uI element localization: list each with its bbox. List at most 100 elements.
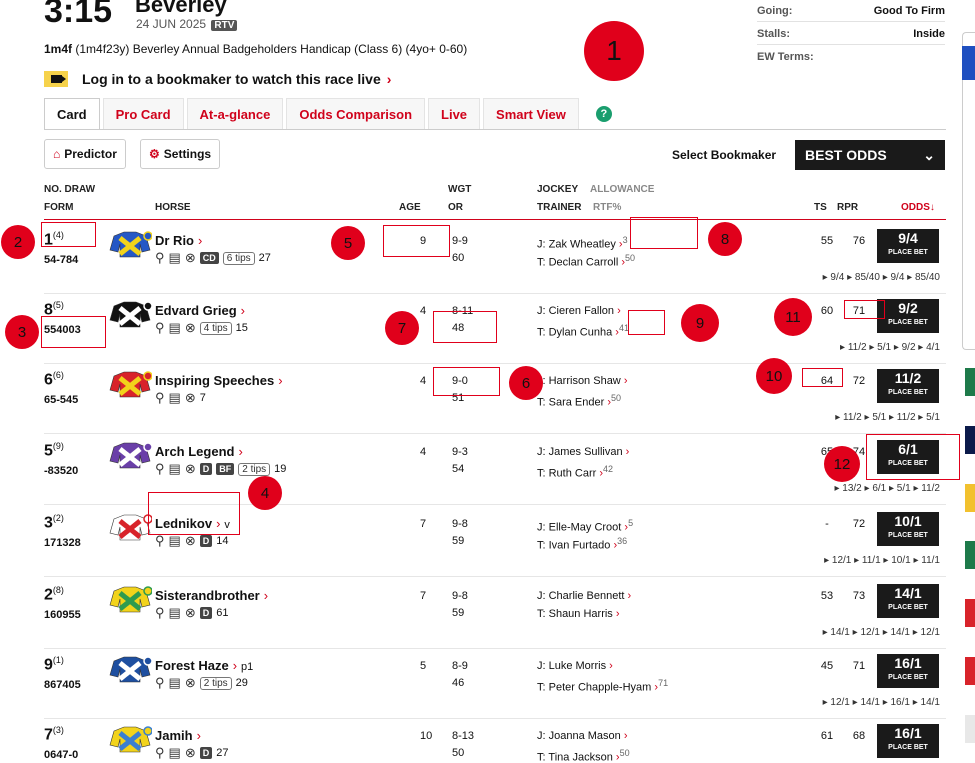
note-icon[interactable]: ▤ bbox=[169, 605, 181, 621]
col-ts[interactable]: TS bbox=[814, 202, 827, 213]
note-icon[interactable]: ▤ bbox=[169, 461, 181, 477]
col-rpr[interactable]: RPR bbox=[837, 202, 858, 213]
pin-icon[interactable]: ⚲ bbox=[155, 675, 165, 691]
horse-name-link[interactable]: Arch Legend › bbox=[155, 444, 243, 459]
chevron-right-icon: › bbox=[615, 608, 620, 620]
remove-icon[interactable]: ⊗ bbox=[185, 461, 196, 477]
tab-smart-view[interactable]: Smart View bbox=[483, 98, 579, 130]
note-icon[interactable]: ▤ bbox=[169, 320, 181, 336]
pin-icon[interactable]: ⚲ bbox=[155, 320, 165, 336]
remove-icon[interactable]: ⊗ bbox=[185, 745, 196, 761]
trainer-link[interactable]: T: Peter Chapple-Hyam ›71 bbox=[537, 678, 668, 694]
jockey-link[interactable]: J: Charlie Bennett › bbox=[537, 590, 631, 602]
trainer-link[interactable]: T: Shaun Harris › bbox=[537, 608, 620, 620]
place-bet-button[interactable]: 9/4 PLACE BET bbox=[877, 229, 939, 263]
trainer-link[interactable]: T: Ruth Carr ›42 bbox=[537, 464, 613, 480]
trainer-name: T: Ruth Carr bbox=[537, 467, 597, 480]
tips-badge[interactable]: 2 tips bbox=[199, 676, 232, 690]
horse-name-link[interactable]: Forest Haze › p1 bbox=[155, 658, 253, 673]
note-icon[interactable]: ▤ bbox=[169, 390, 181, 406]
jockey-link[interactable]: J: James Sullivan › bbox=[537, 446, 629, 458]
jockey-link[interactable]: J: Zak Wheatley ›3 bbox=[537, 235, 628, 251]
help-icon[interactable]: ? bbox=[595, 106, 612, 122]
tips-badge[interactable]: 2 tips bbox=[238, 462, 271, 476]
place-bet-button[interactable]: 16/1 PLACE BET bbox=[877, 724, 939, 758]
place-bet-button[interactable]: 10/1 PLACE BET bbox=[877, 512, 939, 546]
pin-icon[interactable]: ⚲ bbox=[155, 461, 165, 477]
pin-icon[interactable]: ⚲ bbox=[155, 390, 165, 406]
form-figures: 160955 bbox=[44, 609, 81, 621]
place-bet-button[interactable]: 9/2 PLACE BET bbox=[877, 299, 939, 333]
course-name[interactable]: Beverley bbox=[135, 0, 227, 18]
trainer-link[interactable]: T: Tina Jackson ›50 bbox=[537, 748, 630, 763]
rpr: 72 bbox=[852, 375, 866, 387]
predictor-button[interactable]: ⌂ Predictor bbox=[44, 139, 126, 169]
jockey-link[interactable]: J: Cieren Fallon › bbox=[537, 305, 621, 317]
side-bookmaker-logo[interactable] bbox=[965, 368, 975, 396]
place-bet-button[interactable]: 16/1 PLACE BET bbox=[877, 654, 939, 688]
horse-name-link[interactable]: Inspiring Speeches › bbox=[155, 373, 283, 388]
trainer-link[interactable]: T: Declan Carroll ›50 bbox=[537, 253, 635, 269]
jockey-link[interactable]: J: Harrison Shaw › bbox=[537, 375, 628, 387]
settings-button[interactable]: ⚙ Settings bbox=[140, 139, 221, 169]
pin-icon[interactable]: ⚲ bbox=[155, 745, 165, 761]
tips-badge[interactable]: 6 tips bbox=[222, 251, 255, 265]
place-bet-label: PLACE BET bbox=[888, 389, 928, 396]
remove-icon[interactable]: ⊗ bbox=[185, 675, 196, 691]
horse-name-link[interactable]: Sisterandbrother › bbox=[155, 588, 268, 603]
chevron-right-icon: › bbox=[623, 730, 628, 742]
place-bet-button[interactable]: 11/2 PLACE BET bbox=[877, 369, 939, 403]
note-icon[interactable]: ▤ bbox=[169, 533, 181, 549]
jockey-link[interactable]: J: Luke Morris › bbox=[537, 660, 613, 672]
draw: (3) bbox=[52, 725, 64, 735]
weight: 8-13 bbox=[452, 730, 475, 742]
remove-icon[interactable]: ⊗ bbox=[185, 320, 196, 336]
tab-pro-card[interactable]: Pro Card bbox=[102, 98, 184, 130]
side-bookmaker-logo[interactable] bbox=[965, 715, 975, 743]
pin-icon[interactable]: ⚲ bbox=[155, 605, 165, 621]
trainer-link[interactable]: T: Ivan Furtado ›36 bbox=[537, 536, 627, 552]
trainer-link[interactable]: T: Sara Ender ›50 bbox=[537, 393, 621, 409]
annotation-box bbox=[628, 310, 665, 335]
horse-name: Forest Haze bbox=[155, 658, 229, 673]
side-bookmaker-logo[interactable] bbox=[965, 599, 975, 627]
saddle-cloth: 9 bbox=[44, 656, 53, 674]
remove-icon[interactable]: ⊗ bbox=[185, 250, 196, 266]
tab-at-a-glance[interactable]: At-a-glance bbox=[186, 98, 284, 130]
jockey-link[interactable]: J: Elle-May Croot ›5 bbox=[537, 518, 633, 534]
note-icon[interactable]: ▤ bbox=[169, 250, 181, 266]
note-icon[interactable]: ▤ bbox=[169, 675, 181, 691]
tab-card[interactable]: Card bbox=[44, 98, 100, 130]
note-icon[interactable]: ▤ bbox=[169, 745, 181, 761]
trainer-link[interactable]: T: Dylan Cunha ›41 bbox=[537, 323, 629, 339]
jockey-link[interactable]: J: Joanna Mason › bbox=[537, 730, 628, 742]
side-panel-header bbox=[962, 46, 975, 80]
col-odds[interactable]: ODDS↓ bbox=[901, 202, 935, 213]
form-figures: 65-545 bbox=[44, 394, 79, 406]
official-rating: 59 bbox=[452, 535, 465, 547]
pin-icon[interactable]: ⚲ bbox=[155, 250, 165, 266]
tips-badge[interactable]: 4 tips bbox=[199, 321, 232, 335]
tab-live[interactable]: Live bbox=[428, 98, 481, 130]
place-bet-button[interactable]: 14/1 PLACE BET bbox=[877, 584, 939, 618]
remove-icon[interactable]: ⊗ bbox=[185, 390, 196, 406]
pin-icon[interactable]: ⚲ bbox=[155, 533, 165, 549]
remove-icon[interactable]: ⊗ bbox=[185, 533, 196, 549]
watch-live-link[interactable]: Log in to a bookmaker to watch this race… bbox=[44, 70, 391, 88]
side-bookmaker-logo[interactable] bbox=[965, 541, 975, 569]
remove-icon[interactable]: ⊗ bbox=[185, 605, 196, 621]
side-bookmaker-logo[interactable] bbox=[965, 657, 975, 685]
topspeed: - bbox=[825, 518, 829, 530]
horse-name-link[interactable]: Jamih › bbox=[155, 728, 201, 743]
horse-name-link[interactable]: Dr Rio › bbox=[155, 233, 202, 248]
race-detail: (1m4f23y) Beverley Annual Badgeholders H… bbox=[72, 42, 468, 56]
bookmaker-select[interactable]: BEST ODDS ⌄ bbox=[795, 140, 945, 170]
odds-history: ▸ 11/2 ▸ 5/1 ▸ 11/2 ▸ 5/1 bbox=[835, 412, 940, 423]
topspeed: 61 bbox=[820, 730, 834, 742]
topspeed: 60 bbox=[820, 305, 834, 317]
tab-odds-comparison[interactable]: Odds Comparison bbox=[286, 98, 426, 130]
side-bookmaker-logo[interactable] bbox=[965, 426, 975, 454]
side-bookmaker-logo[interactable] bbox=[965, 484, 975, 512]
horse-name-link[interactable]: Edvard Grieg › bbox=[155, 303, 245, 318]
chevron-right-icon: › bbox=[278, 373, 283, 388]
